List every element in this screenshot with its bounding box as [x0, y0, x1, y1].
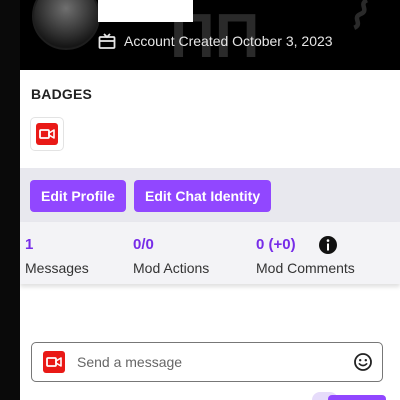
- messages-label: Messages: [25, 260, 89, 276]
- mod-actions-count: 0/0: [133, 236, 154, 253]
- chat-send-button[interactable]: [328, 395, 386, 400]
- info-icon[interactable]: [318, 235, 338, 255]
- account-created-row: Account Created October 3, 2023: [98, 33, 333, 49]
- mod-actions-stat[interactable]: 0/0 Mod Actions: [133, 236, 209, 276]
- chat-input-box[interactable]: [31, 342, 383, 382]
- edit-chat-identity-button[interactable]: Edit Chat Identity: [134, 180, 272, 212]
- send-message-input[interactable]: [75, 353, 349, 371]
- username-redacted: [98, 0, 193, 22]
- calendar-gift-icon: [98, 33, 116, 49]
- mod-comments-count: 0 (+0): [256, 236, 296, 253]
- camera-badge-icon[interactable]: [31, 118, 63, 150]
- banner-background-art-2: ⌇: [341, 0, 378, 41]
- stats-row: 1 Messages 0/0 Mod Actions 0 (+0) Mod Co…: [20, 222, 400, 284]
- profile-actions: Edit Profile Edit Chat Identity: [20, 168, 400, 222]
- edit-profile-button[interactable]: Edit Profile: [30, 180, 126, 212]
- messages-stat[interactable]: 1 Messages: [25, 236, 89, 276]
- emote-picker-icon[interactable]: [353, 352, 373, 372]
- messages-count: 1: [25, 236, 34, 253]
- mod-comments-stat[interactable]: 0 (+0) Mod Comments: [256, 236, 355, 276]
- camera-badge-icon[interactable]: [41, 349, 67, 375]
- account-created-text: Account Created October 3, 2023: [124, 33, 333, 49]
- badges-heading: BADGES: [31, 86, 93, 102]
- left-edge-strip: [0, 0, 20, 400]
- mod-actions-label: Mod Actions: [133, 260, 210, 276]
- viewer-card: ΠΠ ⌇ Account Created October 3, 2023 BAD…: [20, 0, 400, 400]
- profile-banner: ΠΠ ⌇ Account Created October 3, 2023: [20, 0, 400, 70]
- mod-comments-label: Mod Comments: [256, 260, 355, 276]
- avatar[interactable]: [32, 0, 100, 50]
